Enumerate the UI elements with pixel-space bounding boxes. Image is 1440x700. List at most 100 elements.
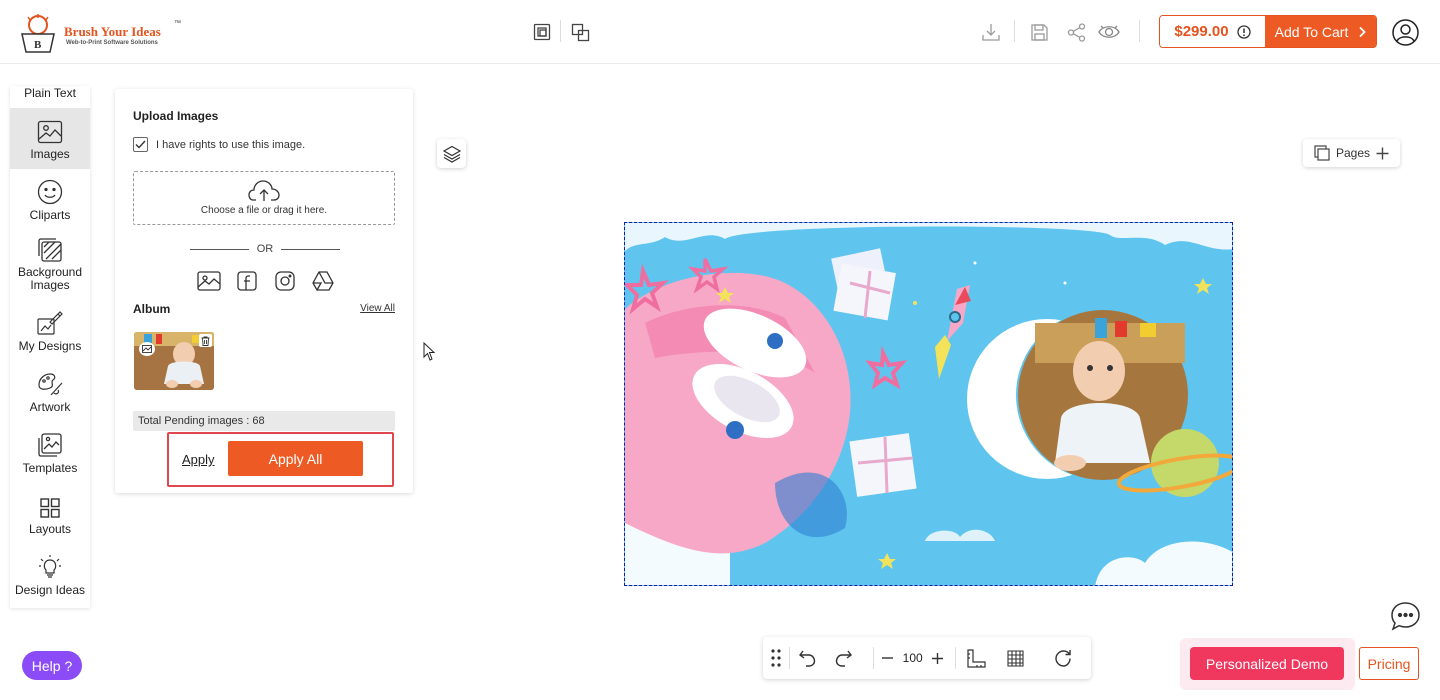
- header: B Brush Your Ideas ™ Web-to-Print Softwa…: [0, 0, 1440, 64]
- or-label: OR: [256, 243, 274, 255]
- reset-button[interactable]: [1036, 637, 1091, 679]
- tool-plain-text[interactable]: Plain Text: [10, 86, 90, 100]
- or-divider: OR: [190, 243, 340, 255]
- download-button[interactable]: [979, 20, 1003, 44]
- view-all-link[interactable]: View All: [360, 303, 395, 314]
- facebook-source-button[interactable]: [235, 269, 259, 293]
- apply-all-button[interactable]: Apply All: [228, 441, 363, 476]
- cloud-upload-icon: [248, 180, 280, 201]
- layers-icon: [442, 145, 461, 163]
- drag-handle-icon: [771, 649, 781, 667]
- tool-label: Cliparts: [29, 208, 71, 222]
- tool-label: Layouts: [28, 522, 72, 536]
- upload-images-panel: Upload Images I have rights to use this …: [115, 89, 413, 493]
- layers-button[interactable]: [437, 139, 466, 168]
- gallery-source-button[interactable]: [197, 269, 221, 293]
- tool-label: Design Ideas: [14, 583, 86, 597]
- header-divider: [1139, 20, 1140, 42]
- share-button[interactable]: [1064, 20, 1088, 44]
- google-drive-source-button[interactable]: [311, 269, 335, 293]
- chat-icon[interactable]: [1390, 601, 1421, 632]
- save-button[interactable]: [1027, 20, 1051, 44]
- tool-artwork[interactable]: Artwork: [10, 361, 90, 422]
- instagram-icon: [275, 271, 295, 291]
- dropzone-label: Choose a file or drag it here.: [200, 205, 328, 216]
- delete-thumbnail-button[interactable]: [199, 334, 212, 347]
- grid-button[interactable]: [996, 637, 1036, 679]
- rights-checkbox-row[interactable]: I have rights to use this image.: [133, 137, 305, 152]
- instagram-source-button[interactable]: [273, 269, 297, 293]
- album-title: Album: [133, 302, 171, 316]
- header-divider: [560, 20, 561, 42]
- preview-button[interactable]: [1097, 20, 1121, 44]
- mouse-cursor-icon: [423, 342, 436, 361]
- pricing-button[interactable]: Pricing: [1359, 647, 1419, 680]
- add-to-cart-button[interactable]: Add To Cart: [1265, 16, 1376, 47]
- rights-checkbox[interactable]: [133, 137, 148, 152]
- artwork-icon: [38, 373, 63, 396]
- save-icon: [1030, 23, 1048, 41]
- pages-button[interactable]: Pages: [1303, 139, 1400, 167]
- add-to-cart-label: Add To Cart: [1274, 23, 1349, 40]
- header-divider: [1014, 20, 1015, 42]
- pending-images-status: Total Pending images : 68: [133, 411, 395, 431]
- apply-link[interactable]: Apply: [182, 452, 215, 467]
- tool-label: Images: [30, 147, 70, 161]
- image-icon: [37, 120, 63, 144]
- trademark: ™: [174, 20, 181, 27]
- price-cart-group: $299.00 Add To Cart: [1159, 15, 1377, 48]
- refresh-icon: [1055, 649, 1071, 667]
- tool-cliparts[interactable]: Cliparts: [10, 169, 90, 230]
- undo-button[interactable]: [790, 637, 826, 679]
- file-dropzone[interactable]: Choose a file or drag it here.: [133, 171, 395, 225]
- redo-button[interactable]: [825, 637, 861, 679]
- demo-highlight: Personalized Demo: [1180, 638, 1355, 690]
- zoom-out-button[interactable]: [874, 637, 902, 679]
- price-value: $299.00: [1174, 23, 1229, 40]
- pages-label: Pages: [1335, 146, 1371, 160]
- plus-icon: [931, 652, 943, 664]
- tool-my-designs[interactable]: My Designs: [10, 300, 90, 361]
- zoom-level[interactable]: 100: [902, 637, 924, 679]
- tools-sidebar: Plain Text Images Cliparts Background Im…: [10, 86, 90, 608]
- download-icon: [982, 24, 1000, 41]
- layouts-icon: [40, 498, 60, 518]
- checkmark-icon: [135, 140, 146, 149]
- tool-label: Background Images: [17, 265, 83, 292]
- templates-icon: [38, 433, 62, 457]
- upload-sources: [197, 269, 335, 293]
- price-display[interactable]: $299.00: [1160, 16, 1265, 47]
- drag-handle[interactable]: [763, 637, 789, 679]
- minus-icon: [882, 657, 894, 659]
- tool-templates[interactable]: Templates: [10, 422, 90, 483]
- tool-layouts[interactable]: Layouts: [10, 483, 90, 544]
- personalized-demo-button[interactable]: Personalized Demo: [1190, 647, 1344, 680]
- plus-icon: [1376, 147, 1389, 159]
- trash-icon: [201, 336, 210, 346]
- rights-label: I have rights to use this image.: [156, 138, 306, 151]
- album-thumbnail[interactable]: [134, 332, 214, 390]
- brand-tagline: Web-to-Print Software Solutions: [66, 40, 158, 46]
- help-button[interactable]: Help ?: [22, 651, 82, 680]
- arrange-icon: [571, 23, 589, 41]
- undo-icon: [799, 650, 816, 667]
- gallery-icon: [197, 271, 221, 291]
- apply-actions-highlight: Apply Apply All: [167, 432, 394, 487]
- tool-design-ideas[interactable]: Design Ideas: [10, 544, 90, 605]
- pages-icon: [1314, 145, 1330, 161]
- ruler-icon: [966, 648, 986, 668]
- ruler-button[interactable]: [956, 637, 996, 679]
- brand-logo[interactable]: B Brush Your Ideas ™ Web-to-Print Softwa…: [18, 12, 188, 54]
- info-icon[interactable]: [1236, 24, 1251, 39]
- user-icon[interactable]: [1392, 19, 1419, 46]
- brand-name: Brush Your Ideas: [64, 24, 161, 39]
- canvas-controls-bar: 100: [763, 637, 1091, 679]
- zoom-in-button[interactable]: [924, 637, 952, 679]
- tool-background-images[interactable]: Background Images: [10, 230, 90, 300]
- tool-images[interactable]: Images: [10, 108, 90, 169]
- duplicate-page-button[interactable]: [530, 20, 554, 44]
- arrange-button[interactable]: [568, 20, 592, 44]
- design-canvas[interactable]: [624, 222, 1233, 586]
- tool-label: Templates: [22, 461, 78, 475]
- share-icon: [1067, 22, 1085, 42]
